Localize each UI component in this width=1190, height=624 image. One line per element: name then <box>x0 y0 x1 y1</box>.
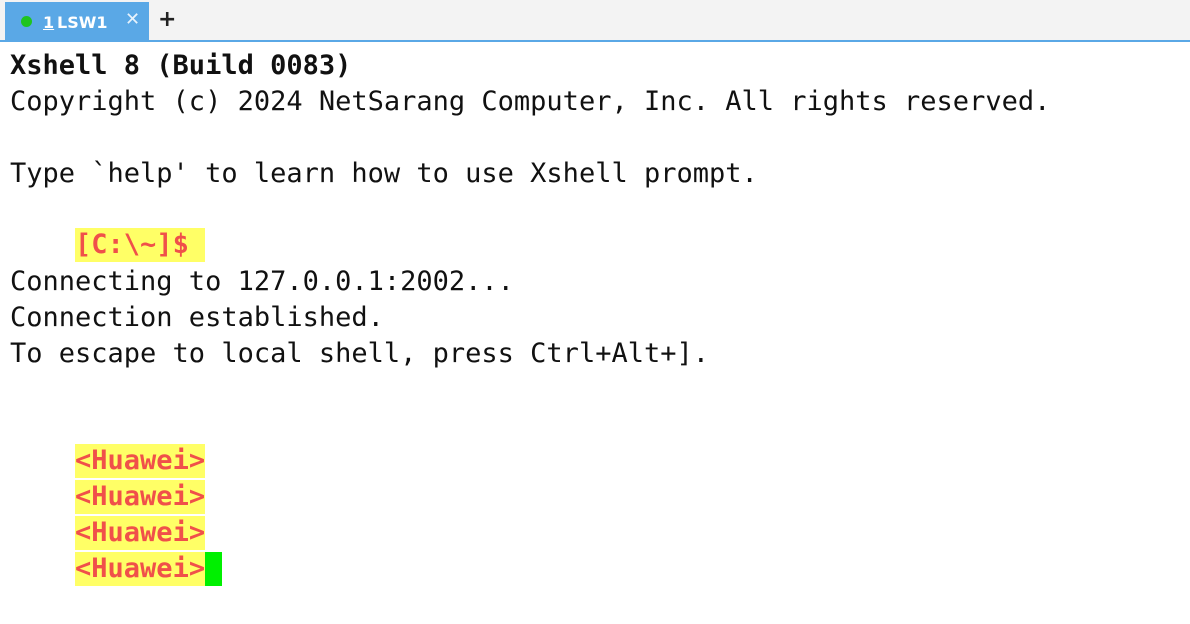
device-prompt: <Huawei> <box>75 480 206 514</box>
established-line: Connection established. <box>10 302 384 333</box>
local-prompt: [C:\~]$ <box>75 228 206 262</box>
text-cursor[interactable] <box>205 552 223 586</box>
banner-title: Xshell 8 (Build 0083) <box>10 50 352 81</box>
device-prompt-line: <Huawei> <box>10 408 1185 478</box>
tab-bar: 1 LSW1 ✕ + <box>0 0 1190 42</box>
help-hint-line: Type `help' to learn how to use Xshell p… <box>10 158 758 189</box>
local-prompt-line: [C:\~]$ <box>10 192 1185 262</box>
tab-label: LSW1 <box>57 13 108 32</box>
copyright-line: Copyright (c) 2024 NetSarang Computer, I… <box>10 86 1051 117</box>
device-prompt: <Huawei> <box>75 552 206 586</box>
terminal-output[interactable]: Xshell 8 (Build 0083) Copyright (c) 2024… <box>10 48 1185 586</box>
new-tab-button[interactable]: + <box>158 6 176 34</box>
close-tab-icon[interactable]: ✕ <box>125 11 140 29</box>
connection-status-icon <box>21 16 32 27</box>
escape-hint-line: To escape to local shell, press Ctrl+Alt… <box>10 338 709 369</box>
tab-lsw1[interactable]: 1 LSW1 ✕ <box>5 2 149 42</box>
device-prompt: <Huawei> <box>75 516 206 550</box>
tab-number: 1 <box>43 13 55 32</box>
connecting-line: Connecting to 127.0.0.1:2002... <box>10 266 514 297</box>
device-prompt: <Huawei> <box>75 444 206 478</box>
